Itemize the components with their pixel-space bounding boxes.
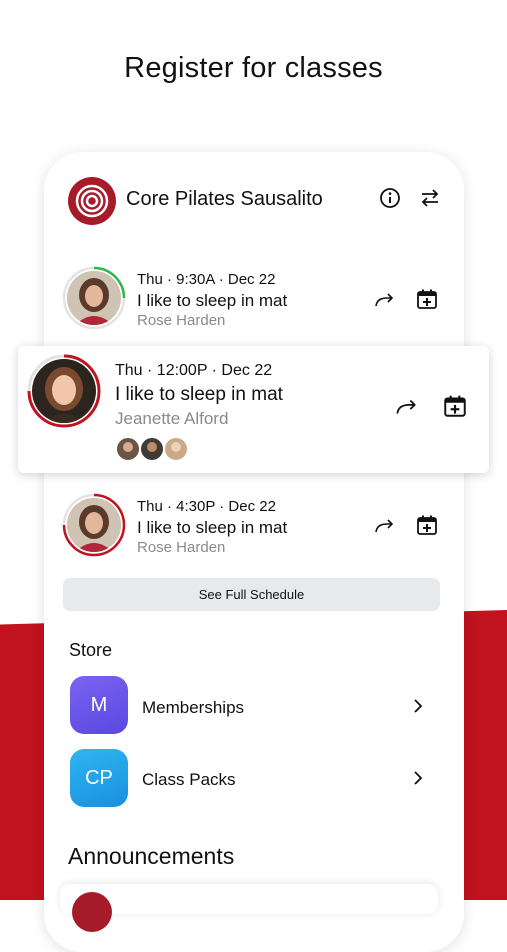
store-item-label: Class Packs	[142, 770, 236, 789]
page-headline: Register for classes	[124, 52, 383, 84]
class-title: I like to sleep in mat	[137, 518, 288, 537]
class-title: I like to sleep in mat	[137, 291, 288, 310]
announcement-logo	[72, 892, 112, 932]
announcement-card[interactable]	[60, 884, 438, 932]
store-item-label: Memberships	[142, 698, 245, 717]
share-icon[interactable]	[372, 288, 396, 312]
swap-icon[interactable]	[419, 187, 441, 209]
avatar	[67, 498, 121, 552]
avatar	[32, 359, 96, 423]
class-time: Thu · 9:30A · Dec 22	[137, 271, 276, 288]
class-teacher: Rose Harden	[137, 312, 226, 329]
calendar-add-icon[interactable]	[415, 513, 439, 537]
calendar-add-icon[interactable]	[415, 287, 439, 311]
memberships-icon: M	[70, 676, 128, 734]
share-icon[interactable]	[393, 394, 419, 420]
announcements-section-title: Announcements	[68, 843, 235, 869]
chevron-right-icon	[411, 769, 425, 787]
chevron-right-icon	[411, 697, 425, 715]
share-icon[interactable]	[372, 514, 396, 538]
avatar	[67, 271, 121, 325]
class-time: Thu · 4:30P · Dec 22	[137, 498, 276, 515]
studio-name: Core Pilates Sausalito	[126, 188, 323, 210]
info-icon[interactable]	[379, 187, 401, 209]
class-packs-icon: CP	[70, 749, 128, 807]
studio-logo	[68, 177, 116, 225]
class-time: Thu · 12:00P · Dec 22	[115, 362, 273, 379]
class-title: I like to sleep in mat	[115, 384, 283, 405]
calendar-add-icon[interactable]	[442, 393, 468, 419]
class-teacher: Jeanette Alford	[115, 409, 229, 428]
see-full-schedule-button[interactable]: See Full Schedule	[63, 578, 440, 611]
class-teacher: Rose Harden	[137, 539, 226, 556]
store-section-title: Store	[69, 640, 113, 660]
